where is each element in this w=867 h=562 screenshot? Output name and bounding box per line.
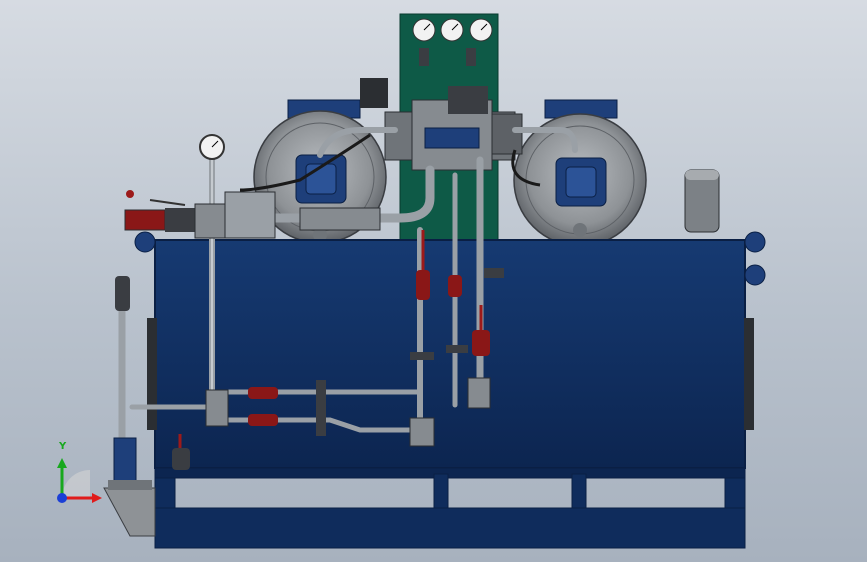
electric-motor-right[interactable] — [513, 113, 647, 247]
ball-valve[interactable] — [248, 387, 278, 399]
return-filter[interactable] — [684, 169, 720, 233]
hydraulic-power-unit-model[interactable] — [0, 0, 867, 562]
y-axis-label: Y — [59, 441, 67, 452]
gauge-icon[interactable] — [440, 18, 464, 42]
ball-valve[interactable] — [248, 414, 278, 426]
relief-valve-assembly[interactable] — [124, 190, 276, 239]
gauge-icon[interactable] — [412, 18, 436, 42]
cad-viewport[interactable]: Y — [0, 0, 867, 562]
base-frame — [154, 467, 746, 549]
gauge-icon[interactable] — [469, 18, 493, 42]
ball-valve[interactable] — [448, 275, 462, 297]
gauge-icon[interactable] — [199, 134, 225, 160]
coordinate-triad-icon — [57, 458, 102, 503]
